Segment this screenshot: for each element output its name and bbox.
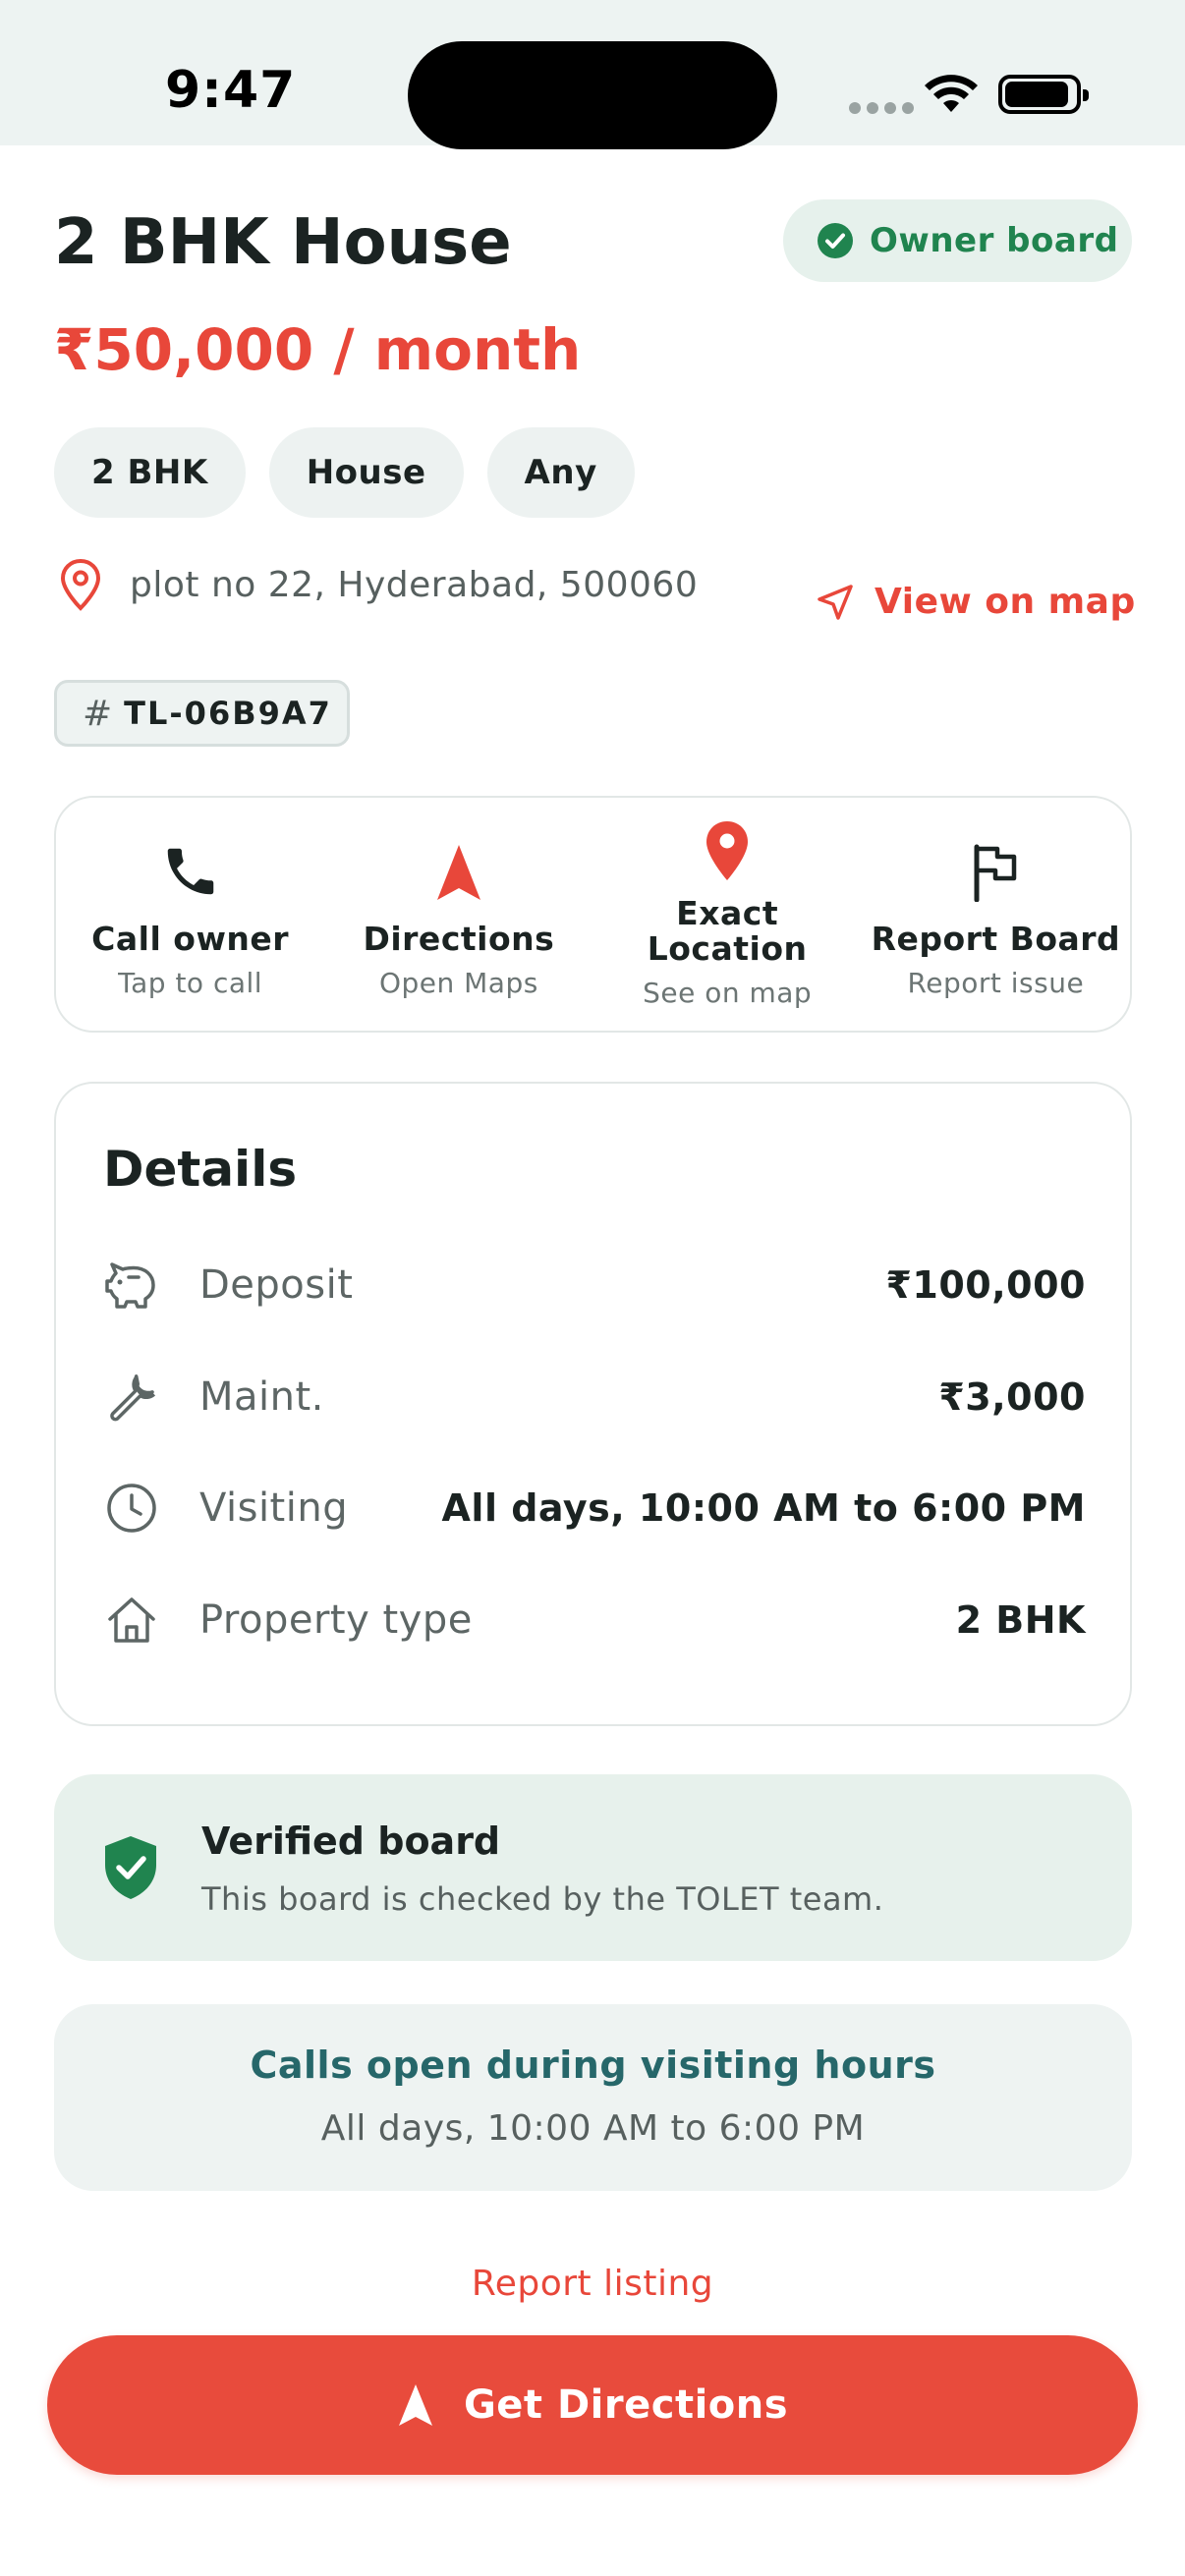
hash-icon: # — [83, 693, 113, 734]
check-circle-icon — [818, 223, 853, 258]
report-board-label: Report Board — [871, 920, 1121, 958]
call-owner-sub: Tap to call — [118, 967, 263, 999]
address-text: plot no 22, Hyderabad, 500060 — [130, 564, 699, 605]
chip-type: House — [268, 427, 464, 518]
owner-board-badge: Owner board — [783, 199, 1132, 282]
calls-notice-title: Calls open during visiting hours — [250, 2044, 936, 2087]
deposit-label: Deposit — [199, 1262, 354, 1308]
tag-chips: 2 BHK House Any — [54, 427, 635, 518]
send-arrow-icon — [818, 584, 853, 620]
property-type-value: 2 BHK — [955, 1598, 1086, 1642]
navigation-arrow-icon — [398, 2384, 432, 2426]
battery-icon — [998, 75, 1089, 114]
maintenance-value: ₹3,000 — [938, 1375, 1086, 1419]
exact-location-sub: See on map — [643, 977, 813, 1009]
clock-icon — [107, 1484, 156, 1533]
shield-check-icon — [105, 1836, 156, 1899]
wifi-icon — [925, 75, 978, 112]
phone-icon — [167, 848, 213, 895]
detail-row-deposit: Deposit ₹100,000 — [103, 1246, 1086, 1324]
listing-code-tag[interactable]: # TL-06B9A7 — [54, 680, 350, 747]
directions-action[interactable]: Directions Open Maps — [324, 798, 592, 1031]
status-bar: 9:47 — [0, 0, 1185, 149]
property-type-label: Property type — [199, 1597, 473, 1643]
details-title: Details — [103, 1141, 298, 1198]
listing-code: TL-06B9A7 — [124, 695, 332, 732]
exact-location-action[interactable]: Exact Location See on map — [593, 798, 862, 1031]
get-directions-label: Get Directions — [463, 2382, 789, 2428]
verified-subtitle: This board is checked by the TOLET team. — [201, 1880, 884, 1918]
piggy-bank-icon — [105, 1262, 155, 1309]
detail-row-property-type: Property type 2 BHK — [103, 1581, 1086, 1659]
exact-location-label: Exact Location — [647, 894, 808, 968]
status-time: 9:47 — [165, 61, 297, 120]
get-directions-button[interactable]: Get Directions — [47, 2335, 1138, 2475]
map-pin-icon — [706, 821, 749, 880]
visiting-label: Visiting — [199, 1485, 349, 1531]
detail-row-visiting: Visiting All days, 10:00 AM to 6:00 PM — [103, 1469, 1086, 1547]
cellular-signal-icon — [849, 102, 914, 114]
dynamic-island — [408, 41, 777, 149]
owner-board-label: Owner board — [870, 221, 1119, 260]
listing-title: 2 BHK House — [54, 206, 512, 279]
report-board-sub: Report issue — [907, 967, 1085, 999]
navigation-arrow-icon — [436, 845, 480, 900]
directions-sub: Open Maps — [378, 967, 538, 999]
quick-actions-card: Call owner Tap to call Directions Open M… — [54, 796, 1132, 1033]
view-on-map-link[interactable]: View on map — [816, 582, 1136, 622]
calls-notice-banner: Calls open during visiting hours All day… — [54, 2004, 1132, 2191]
detail-row-maintenance: Maint. ₹3,000 — [103, 1358, 1086, 1436]
home-icon — [108, 1597, 155, 1643]
maintenance-label: Maint. — [199, 1374, 324, 1420]
flag-icon — [974, 844, 1017, 902]
details-card: Details Deposit ₹100,000 Maint. ₹3,000 V… — [54, 1082, 1132, 1726]
address-row: plot no 22, Hyderabad, 500060 — [59, 558, 698, 611]
chip-bhk: 2 BHK — [54, 427, 246, 518]
calls-notice-hours: All days, 10:00 AM to 6:00 PM — [320, 2108, 866, 2149]
visiting-value: All days, 10:00 AM to 6:00 PM — [441, 1486, 1086, 1530]
report-listing-link[interactable]: Report listing — [0, 2264, 1185, 2304]
call-owner-action[interactable]: Call owner Tap to call — [56, 798, 324, 1031]
directions-label: Directions — [363, 920, 555, 958]
deposit-value: ₹100,000 — [885, 1263, 1086, 1307]
verified-board-banner: Verified board This board is checked by … — [54, 1774, 1132, 1961]
call-owner-label: Call owner — [91, 920, 290, 958]
listing-price: ₹50,000 / month — [54, 316, 582, 383]
chip-tenant: Any — [486, 427, 635, 518]
report-board-action[interactable]: Report Board Report issue — [862, 798, 1130, 1031]
verified-title: Verified board — [201, 1820, 501, 1863]
location-pin-outline-icon — [60, 558, 101, 611]
wrench-icon — [110, 1374, 156, 1422]
view-on-map-label: View on map — [875, 582, 1136, 622]
